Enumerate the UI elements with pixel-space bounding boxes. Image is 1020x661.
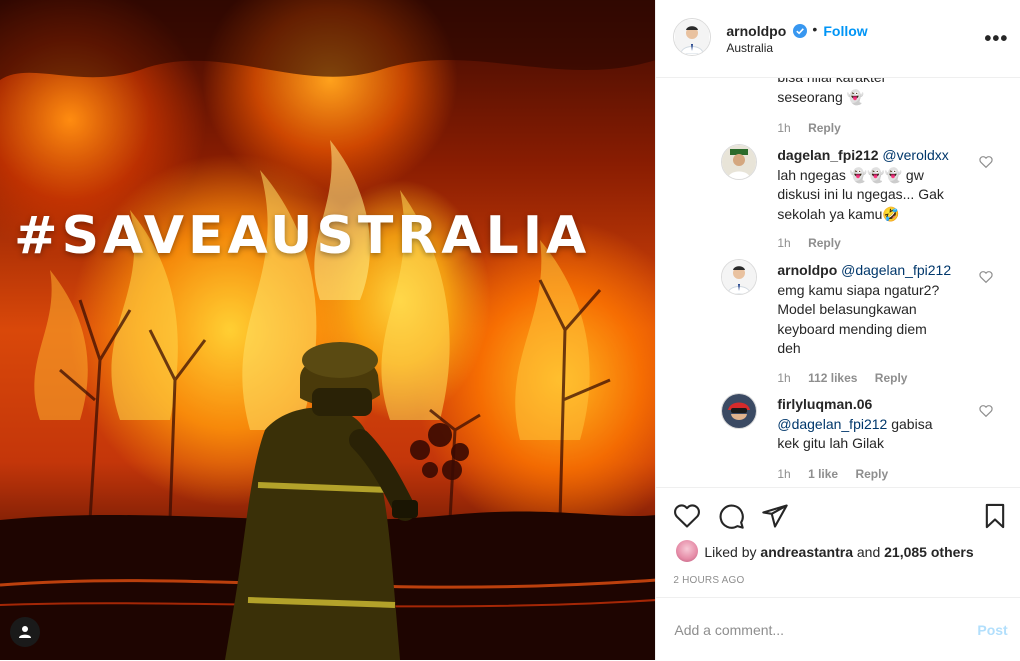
post-header: arnoldpo • Follow Australia ••• bbox=[656, 0, 1020, 78]
comment-likes-count[interactable]: 1 like bbox=[808, 467, 838, 481]
post-timestamp[interactable]: 2 HOURS AGO bbox=[673, 575, 744, 586]
commenter-avatar-image bbox=[722, 145, 757, 179]
post-location[interactable]: Australia bbox=[726, 41, 773, 55]
comment-line: emg kamu siapa ngatur2? bbox=[777, 281, 940, 298]
paper-plane-icon[interactable] bbox=[761, 502, 789, 530]
commenter-avatar-image bbox=[722, 260, 757, 294]
comment-like-icon[interactable] bbox=[979, 404, 994, 418]
liked-by-prefix: Liked by bbox=[704, 544, 757, 560]
comment-meta: 1h Reply bbox=[777, 121, 854, 135]
comment-username[interactable]: dagelan_fpi212 bbox=[777, 147, 878, 163]
liked-by-and: and bbox=[856, 544, 881, 560]
comment-line: bisa nilai karakter bbox=[777, 78, 977, 88]
avatar[interactable] bbox=[721, 259, 758, 295]
comment-meta: 1h 112 likes Reply bbox=[777, 371, 921, 385]
comment-line: sekolah ya kamu🤣 bbox=[777, 205, 900, 222]
comment-mention[interactable]: @dagelan_fpi212 bbox=[777, 416, 887, 432]
comment-username[interactable]: arnoldpo bbox=[777, 262, 837, 278]
post-actions: Liked by andreastantra and 21,085 others… bbox=[656, 487, 1020, 598]
comment-line: Model belasungkawan bbox=[777, 301, 917, 317]
liked-by-user[interactable]: andreastantra bbox=[760, 544, 853, 560]
comment-time[interactable]: 1h bbox=[777, 121, 790, 135]
comment-like-icon[interactable] bbox=[979, 270, 994, 284]
commenter-avatar-image bbox=[722, 394, 757, 428]
comment-likes-count[interactable]: 112 likes bbox=[808, 371, 857, 385]
post-image[interactable]: #SAVEAUSTRALIA bbox=[0, 0, 656, 660]
bookmark-icon[interactable] bbox=[981, 502, 1009, 530]
comment-line: lah ngegas 👻👻👻 gw bbox=[777, 166, 924, 183]
comment-mention[interactable]: @veroldxx bbox=[882, 147, 948, 163]
comment-meta: 1h 1 like Reply bbox=[777, 467, 902, 481]
author-username[interactable]: arnoldpo bbox=[726, 23, 786, 39]
person-icon bbox=[19, 626, 31, 638]
avatar[interactable] bbox=[673, 18, 712, 56]
likes-count[interactable]: 21,085 others bbox=[884, 544, 974, 560]
comment-time[interactable]: 1h bbox=[777, 467, 790, 481]
comment-line: kek gitu lah Gilak bbox=[777, 435, 884, 451]
hashtag-overlay: #SAVEAUSTRALIA bbox=[14, 206, 591, 266]
comments-list[interactable]: bisa nilai karakter seseorang 👻 1h Reply bbox=[656, 78, 1020, 487]
comment-time[interactable]: 1h bbox=[777, 371, 790, 385]
comment-line: gabisa bbox=[891, 415, 933, 432]
heart-icon[interactable] bbox=[673, 502, 701, 530]
reply-button[interactable]: Reply bbox=[855, 467, 888, 481]
separator-dot: • bbox=[812, 21, 818, 37]
follow-button[interactable]: Follow bbox=[823, 23, 867, 39]
avatar[interactable] bbox=[721, 144, 758, 180]
avatar[interactable] bbox=[676, 540, 699, 562]
post-side-panel: arnoldpo • Follow Australia ••• bisa nil… bbox=[655, 0, 1020, 660]
comment-line: deh bbox=[777, 340, 801, 356]
add-comment-bar: Post bbox=[656, 597, 1020, 661]
more-options-icon[interactable]: ••• bbox=[984, 28, 1008, 51]
reply-button[interactable]: Reply bbox=[808, 121, 841, 135]
comment-text: arnoldpo @dagelan_fpi212 emg kamu siapa … bbox=[777, 261, 977, 359]
author-avatar-image bbox=[675, 20, 710, 54]
comment-line: keyboard mending diem bbox=[777, 320, 927, 337]
comment-like-icon[interactable] bbox=[979, 155, 994, 169]
verified-badge-icon bbox=[793, 24, 808, 38]
comment-line: diskusi ini lu ngegas... Gak bbox=[777, 186, 944, 202]
comment-mention[interactable]: @dagelan_fpi212 bbox=[841, 262, 951, 278]
liked-by-summary: Liked by andreastantra and 21,085 others bbox=[704, 544, 973, 560]
comment-text: firlyluqman.06 @dagelan_fpi212 gabisa ke… bbox=[777, 395, 977, 454]
wildfire-firefighter-illustration bbox=[0, 0, 656, 660]
comment-line: seseorang 👻 bbox=[777, 88, 865, 105]
reply-button[interactable]: Reply bbox=[875, 371, 908, 385]
post-comment-button[interactable]: Post bbox=[977, 622, 1007, 638]
avatar[interactable] bbox=[721, 393, 758, 429]
reply-button[interactable]: Reply bbox=[808, 236, 841, 250]
comment-time[interactable]: 1h bbox=[777, 236, 790, 250]
comment-text: dagelan_fpi212 @veroldxx lah ngegas 👻👻👻 … bbox=[777, 146, 977, 224]
user-tags-button[interactable] bbox=[10, 617, 40, 647]
comment-input[interactable] bbox=[672, 616, 967, 644]
comment-icon[interactable] bbox=[717, 502, 745, 530]
comment-text: bisa nilai karakter seseorang 👻 bbox=[777, 78, 977, 107]
comment-meta: 1h Reply bbox=[777, 236, 854, 250]
comment-username[interactable]: firlyluqman.06 bbox=[777, 396, 872, 412]
